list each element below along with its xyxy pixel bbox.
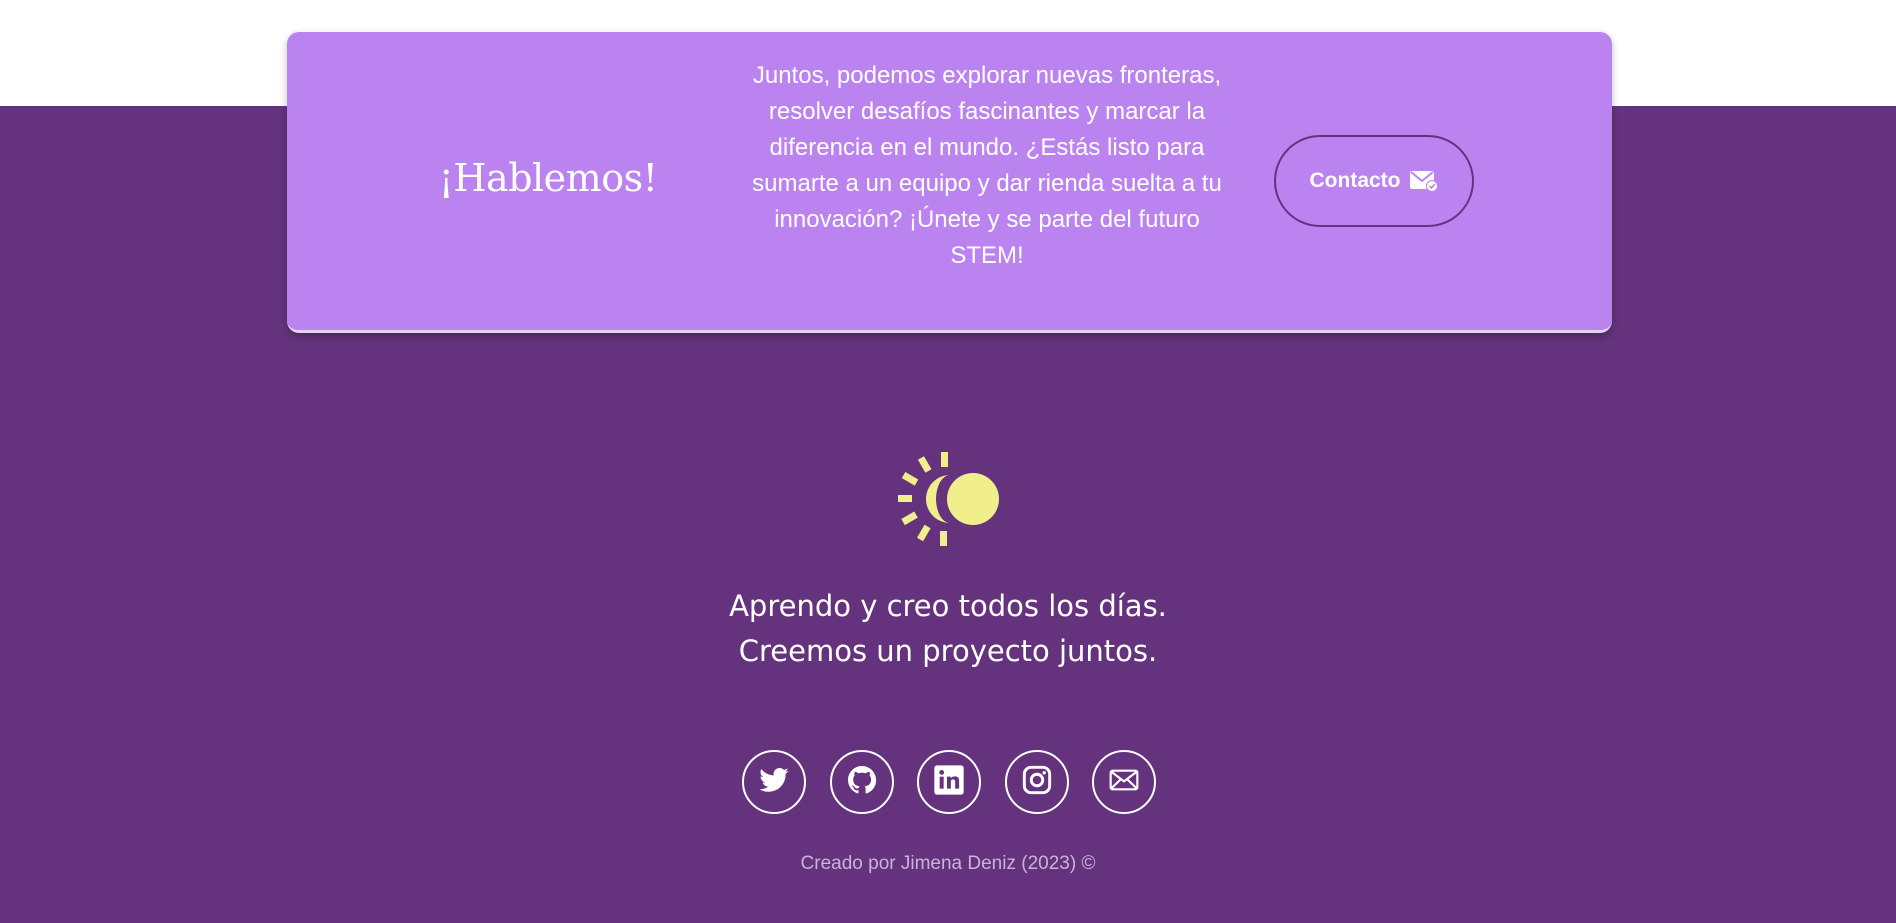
cta-title: ¡Hablemos! — [438, 156, 658, 200]
github-icon — [846, 764, 878, 801]
instagram-link[interactable] — [1004, 750, 1069, 814]
email-link[interactable] — [1092, 750, 1156, 814]
page: ¡Hablemos! Juntos, podemos explorar nuev… — [0, 0, 1896, 923]
tagline-line-1: Aprendo y creo todos los días. — [729, 589, 1167, 623]
footer-tagline: Aprendo y creo todos los días. Creemos u… — [648, 584, 1248, 674]
copyright-text: Creado por Jimena Deniz (2023) © — [800, 853, 1096, 874]
tagline-line-2: Creemos un proyecto juntos. — [738, 634, 1158, 668]
sun-icon — [897, 452, 1002, 546]
social-links — [742, 750, 1156, 814]
instagram-icon — [1021, 764, 1053, 801]
contact-button-label: Contacto — [1309, 169, 1401, 192]
github-link[interactable] — [829, 750, 894, 814]
twitter-link[interactable] — [742, 750, 806, 814]
linkedin-link[interactable] — [917, 750, 981, 814]
cta-description: Juntos, podemos explorar nuevas frontera… — [752, 62, 1222, 269]
contact-button[interactable]: Contacto — [1274, 135, 1474, 227]
mail-icon — [1108, 764, 1140, 801]
linkedin-icon — [933, 764, 965, 801]
mail-check-icon — [1409, 169, 1439, 193]
twitter-icon — [758, 764, 790, 801]
contact-cta-card: ¡Hablemos! Juntos, podemos explorar nuev… — [287, 31, 1612, 333]
